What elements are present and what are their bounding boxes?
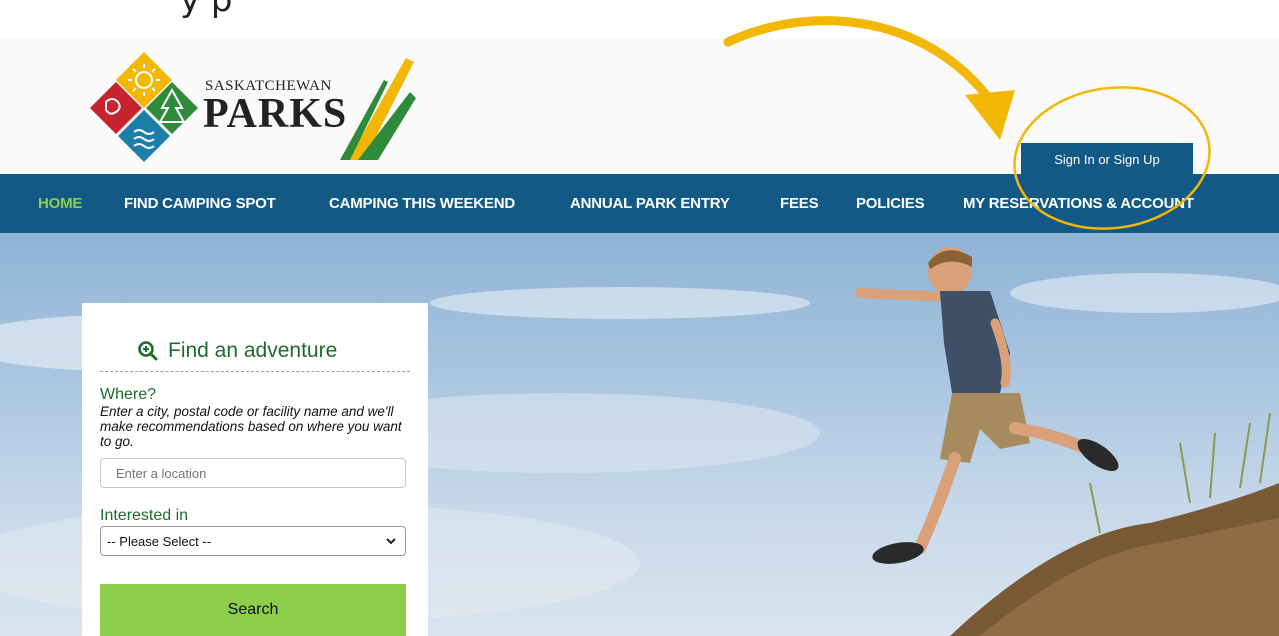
sign-in-button[interactable]: Sign In or Sign Up xyxy=(1021,143,1193,175)
panel-title: Find an adventure xyxy=(138,339,337,363)
nav-item-find-camping-spot[interactable]: FIND CAMPING SPOT xyxy=(124,174,276,233)
nav-item-annual-park-entry[interactable]: ANNUAL PARK ENTRY xyxy=(570,174,730,233)
interested-select-value: -- Please Select -- xyxy=(107,533,212,549)
interested-select[interactable]: -- Please Select -- xyxy=(100,526,406,556)
magnifier-plus-icon xyxy=(138,341,158,361)
nav-item-fees[interactable]: FEES xyxy=(780,174,819,233)
panel-title-text: Find an adventure xyxy=(168,339,338,362)
search-button[interactable]: Search xyxy=(100,584,406,636)
nav-item-home[interactable]: HOME xyxy=(38,174,82,233)
panel-divider xyxy=(100,371,410,372)
nav-item-camping-this-weekend[interactable]: CAMPING THIS WEEKEND xyxy=(329,174,515,233)
interested-label: Interested in xyxy=(100,507,189,524)
location-input[interactable] xyxy=(100,458,406,488)
brand-name-big: PARKS xyxy=(203,91,348,137)
nav-item-policies[interactable]: POLICIES xyxy=(856,174,925,233)
where-help-text: Enter a city, postal code or facility na… xyxy=(100,404,402,449)
top-caption: y p xyxy=(180,0,233,20)
chevron-down-icon xyxy=(386,538,396,545)
search-panel: Find an adventure Where? Enter a city, p… xyxy=(82,303,428,636)
where-label: Where? xyxy=(100,386,157,403)
main-nav: HOME FIND CAMPING SPOT CAMPING THIS WEEK… xyxy=(0,174,1279,233)
nav-item-my-reservations-account[interactable]: MY RESERVATIONS & ACCOUNT xyxy=(963,174,1194,233)
